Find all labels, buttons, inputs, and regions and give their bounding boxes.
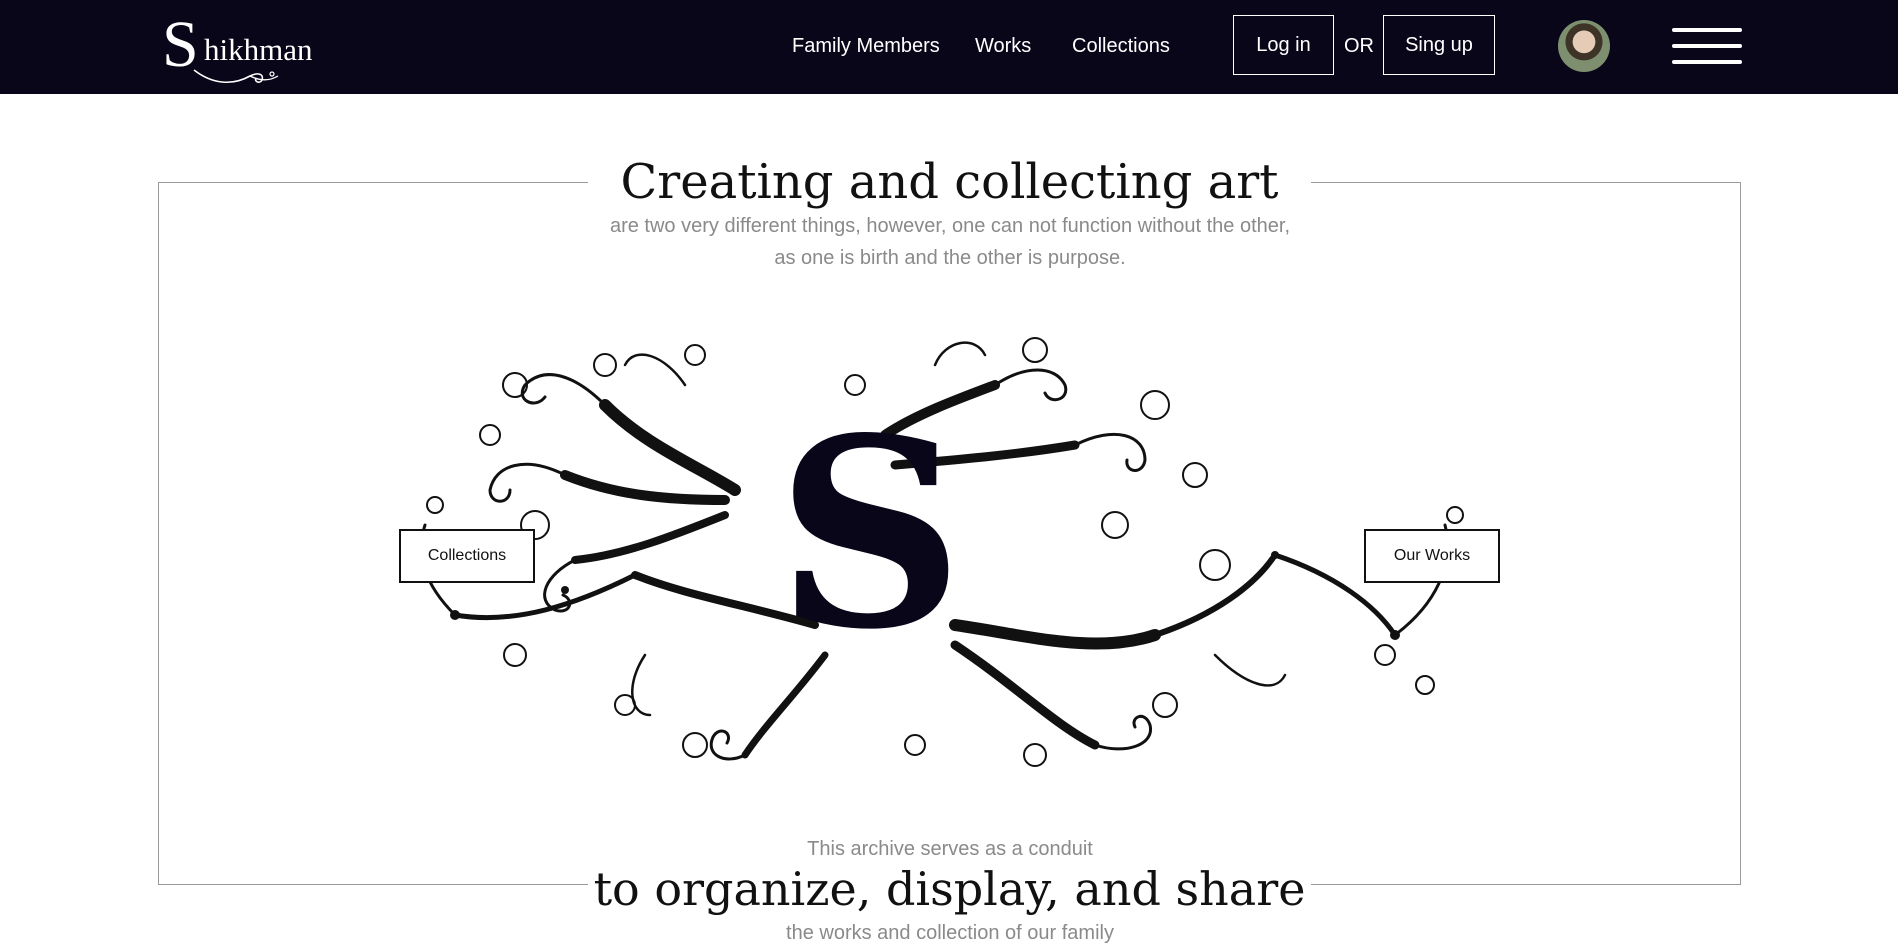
hero-title: Creating and collecting art xyxy=(620,154,1279,210)
hero-subtitle: are two very different things, however, … xyxy=(609,215,1291,269)
section-title: to organize, display, and share xyxy=(593,862,1306,916)
signup-button[interactable]: Sing up xyxy=(1383,15,1495,75)
collections-button[interactable]: Collections xyxy=(399,529,535,583)
nav-link-family-members[interactable]: Family Members xyxy=(792,34,940,58)
site-logo[interactable]: S hikhman xyxy=(162,12,322,92)
tree-monogram: S xyxy=(776,382,964,687)
login-button[interactable]: Log in xyxy=(1233,15,1334,75)
our-works-button[interactable]: Our Works xyxy=(1364,529,1500,583)
family-tree-illustration: S xyxy=(419,337,1464,767)
hamburger-menu-icon[interactable] xyxy=(1672,28,1742,66)
section-posttitle: the works and collection of our family xyxy=(786,922,1114,944)
logo-swash-icon xyxy=(193,69,279,83)
nav-link-works[interactable]: Works xyxy=(975,34,1031,58)
logo-wordmark: hikhman xyxy=(204,32,313,67)
user-avatar[interactable] xyxy=(1558,20,1610,72)
or-separator: OR xyxy=(1344,35,1374,57)
top-navbar: S hikhman Family Members Works Collectio… xyxy=(0,0,1898,94)
nav-link-collections[interactable]: Collections xyxy=(1072,34,1170,58)
